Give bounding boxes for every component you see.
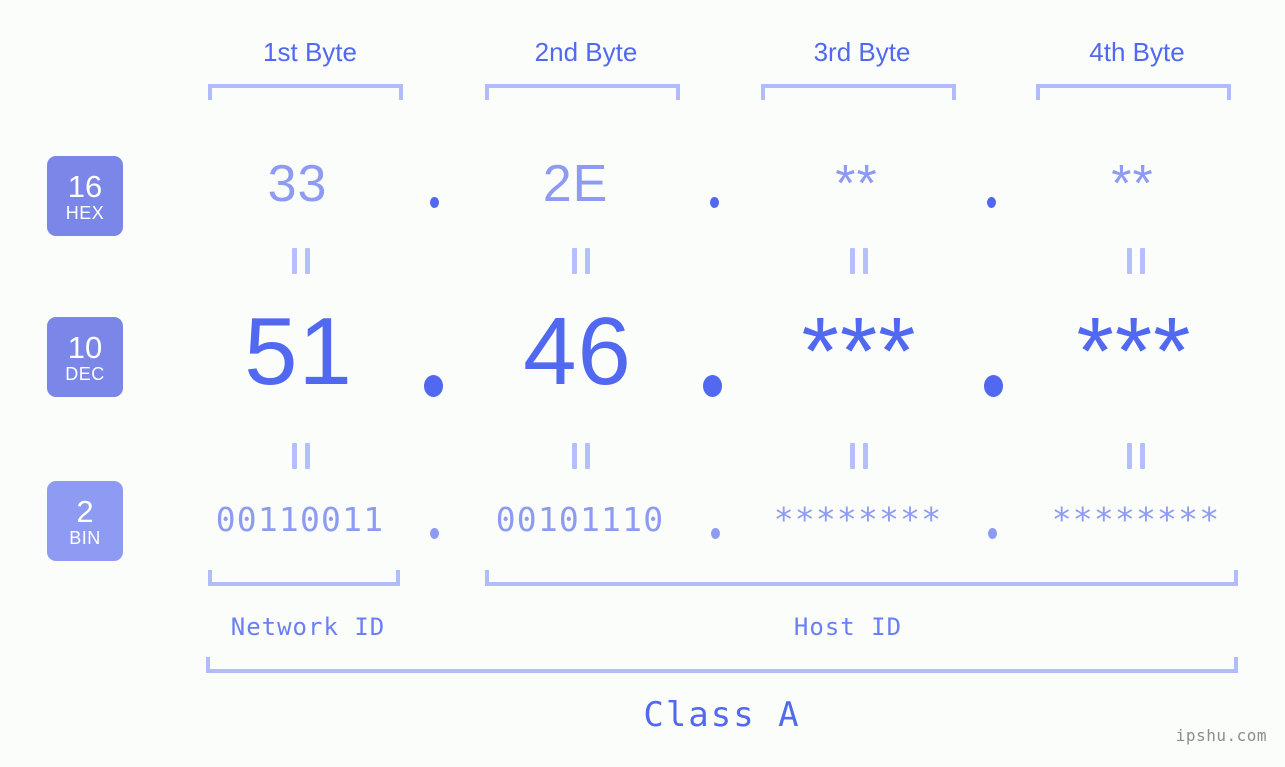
bin-value-byte-4: ******** [1051, 500, 1221, 539]
byte-bracket-3 [761, 84, 956, 100]
bin-separator-dot-1 [430, 528, 439, 539]
bin-value-byte-1: 00110011 [215, 500, 385, 539]
hex-value-byte-1: 33 [267, 155, 328, 213]
network-id-label: Network ID [230, 613, 386, 641]
bin-value-byte-2: 00101110 [495, 500, 665, 539]
base-badge-bin-name: BIN [69, 527, 101, 548]
equals-mark-dec-bin-4 [1127, 443, 1145, 469]
class-label: Class A [643, 695, 801, 735]
base-badge-dec: 10 DEC [47, 317, 123, 397]
dec-separator-dot-2 [703, 375, 722, 397]
base-badge-hex-name: HEX [65, 202, 105, 223]
hex-separator-dot-2 [710, 197, 719, 208]
hex-separator-dot-3 [987, 197, 996, 208]
hex-value-byte-4: ** [1111, 155, 1154, 213]
site-watermark: ipshu.com [1175, 726, 1267, 745]
equals-mark-hex-dec-4 [1127, 248, 1145, 274]
bin-separator-dot-3 [988, 528, 997, 539]
equals-mark-dec-bin-3 [850, 443, 868, 469]
equals-mark-hex-dec-2 [572, 248, 590, 274]
ip-byte-breakdown-diagram: 1st Byte 2nd Byte 3rd Byte 4th Byte 16 H… [0, 0, 1285, 767]
host-id-label: Host ID [793, 613, 903, 641]
network-id-bracket [208, 570, 400, 586]
dec-value-byte-2: 46 [523, 298, 632, 405]
dec-value-byte-4: *** [1076, 298, 1192, 405]
byte-bracket-2 [485, 84, 680, 100]
dec-value-byte-1: 51 [244, 298, 353, 405]
equals-mark-dec-bin-1 [292, 443, 310, 469]
base-badge-dec-name: DEC [65, 363, 105, 384]
byte-header-4: 4th Byte [1089, 37, 1185, 67]
byte-header-3: 3rd Byte [813, 37, 911, 67]
hex-value-byte-3: ** [835, 155, 878, 213]
dec-separator-dot-3 [984, 375, 1003, 397]
equals-mark-dec-bin-2 [572, 443, 590, 469]
byte-bracket-1 [208, 84, 403, 100]
byte-header-1: 1st Byte [263, 37, 357, 67]
base-badge-bin-number: 2 [76, 493, 94, 529]
base-badge-bin: 2 BIN [47, 481, 123, 561]
byte-header-2: 2nd Byte [534, 37, 638, 67]
bin-value-byte-3: ******** [773, 500, 943, 539]
host-id-bracket [485, 570, 1238, 586]
byte-bracket-4 [1036, 84, 1231, 100]
dec-value-byte-3: *** [801, 298, 917, 405]
bin-separator-dot-2 [711, 528, 720, 539]
equals-mark-hex-dec-1 [292, 248, 310, 274]
class-bracket [206, 657, 1238, 673]
base-badge-dec-number: 10 [67, 329, 103, 365]
base-badge-hex-number: 16 [67, 168, 103, 204]
base-badge-hex: 16 HEX [47, 156, 123, 236]
equals-mark-hex-dec-3 [850, 248, 868, 274]
hex-value-byte-2: 2E [542, 155, 609, 213]
hex-separator-dot-1 [430, 197, 439, 208]
dec-separator-dot-1 [424, 375, 443, 397]
